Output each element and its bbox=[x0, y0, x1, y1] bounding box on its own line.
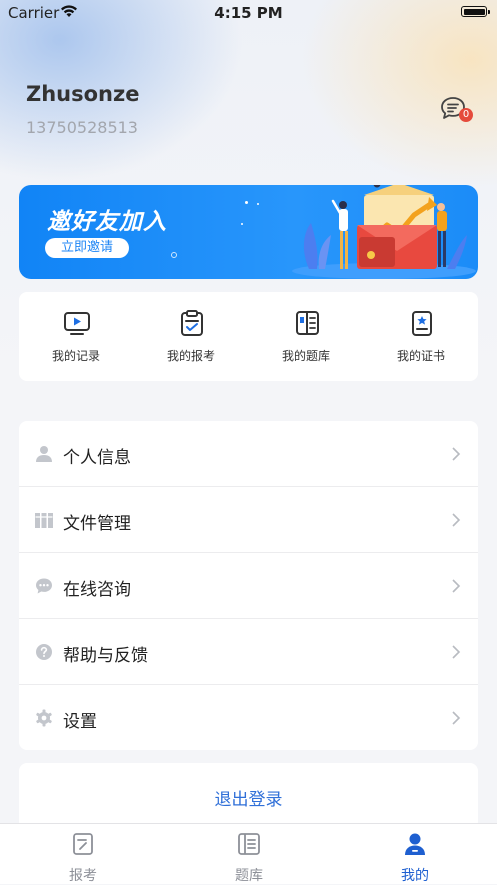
video-record-icon bbox=[64, 312, 90, 335]
quick-action-label: 我的记录 bbox=[51, 349, 100, 363]
quick-action-label: 我的报考 bbox=[166, 349, 215, 363]
person-icon bbox=[36, 446, 52, 462]
menu-item-help-feedback[interactable]: 帮助与反馈 bbox=[19, 619, 478, 685]
notebook-icon bbox=[296, 311, 319, 335]
quick-action-certificates[interactable]: 我的证书 bbox=[364, 292, 478, 381]
chevron-right-icon bbox=[452, 711, 461, 725]
chevron-right-icon bbox=[452, 579, 461, 593]
banner-dot bbox=[257, 203, 259, 205]
clock: 4:15 PM bbox=[214, 4, 283, 22]
invite-illustration bbox=[292, 185, 476, 279]
messages-button[interactable]: 0 bbox=[440, 96, 473, 122]
quick-actions-card: 我的记录 我的报考 我的题库 我的证书 bbox=[19, 292, 478, 381]
menu-item-label: 帮助与反馈 bbox=[63, 646, 148, 666]
quick-action-question-bank[interactable]: 我的题库 bbox=[249, 292, 363, 381]
logout-label: 退出登录 bbox=[214, 790, 283, 810]
quick-action-records[interactable]: 我的记录 bbox=[19, 292, 133, 381]
gear-icon bbox=[36, 709, 52, 727]
logout-button[interactable]: 退出登录 bbox=[19, 763, 478, 829]
tab-profile[interactable]: 我的 bbox=[332, 824, 497, 884]
help-icon bbox=[36, 644, 52, 660]
tab-question-bank[interactable]: 题库 bbox=[166, 824, 332, 884]
chat-bubble-icon bbox=[36, 578, 52, 594]
banner-dot bbox=[245, 201, 248, 204]
folder-binders-icon bbox=[35, 513, 53, 528]
menu-item-online-consult[interactable]: 在线咨询 bbox=[19, 553, 478, 619]
profile-tab-icon bbox=[405, 833, 425, 855]
tab-exam[interactable]: 报考 bbox=[0, 824, 166, 884]
clipboard-icon bbox=[181, 310, 203, 336]
certificate-icon bbox=[412, 311, 432, 336]
exam-tab-icon bbox=[73, 833, 93, 855]
chevron-right-icon bbox=[452, 645, 461, 659]
quick-action-registrations[interactable]: 我的报考 bbox=[134, 292, 248, 381]
banner-dot bbox=[171, 252, 177, 258]
banner-dot bbox=[241, 223, 243, 225]
quick-action-label: 我的题库 bbox=[281, 349, 330, 363]
menu-item-label: 在线咨询 bbox=[63, 580, 131, 600]
status-bar: Carrier 4:15 PM bbox=[0, 0, 497, 26]
username: Zhusonze bbox=[26, 82, 140, 106]
chevron-right-icon bbox=[452, 447, 461, 461]
battery-icon bbox=[461, 6, 490, 17]
tab-label: 题库 bbox=[235, 868, 263, 884]
phone-number: 13750528513 bbox=[26, 118, 138, 137]
menu-item-label: 文件管理 bbox=[63, 514, 131, 534]
invite-banner[interactable]: 邀好友加入 立即邀请 bbox=[19, 185, 478, 279]
unread-badge: 0 bbox=[459, 108, 473, 122]
menu-item-file-management[interactable]: 文件管理 bbox=[19, 487, 478, 553]
settings-menu: 个人信息 文件管理 在线咨询 帮助与反馈 设置 bbox=[19, 421, 478, 750]
tab-label: 报考 bbox=[69, 868, 97, 884]
banner-title: 邀好友加入 bbox=[47, 209, 167, 235]
quick-action-label: 我的证书 bbox=[396, 349, 445, 363]
menu-item-label: 设置 bbox=[63, 712, 97, 732]
tab-label: 我的 bbox=[401, 868, 429, 884]
tab-bar: 报考 题库 我的 bbox=[0, 823, 497, 884]
invite-now-button[interactable]: 立即邀请 bbox=[45, 238, 129, 258]
chevron-right-icon bbox=[452, 513, 461, 527]
menu-item-settings[interactable]: 设置 bbox=[19, 685, 478, 751]
menu-item-label: 个人信息 bbox=[63, 448, 131, 468]
question-bank-tab-icon bbox=[238, 833, 260, 855]
menu-item-personal-info[interactable]: 个人信息 bbox=[19, 421, 478, 487]
